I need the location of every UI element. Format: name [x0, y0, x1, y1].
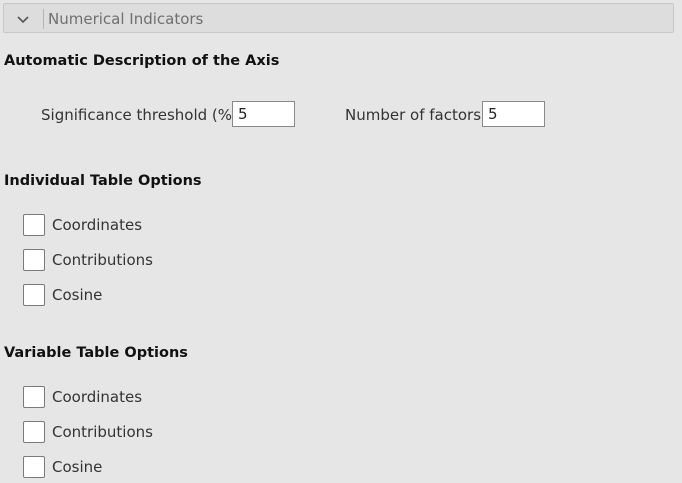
variable-table-options-title: Variable Table Options: [4, 345, 188, 361]
number-of-factors-label: Number of factors: [345, 106, 482, 124]
variable-coordinates-checkbox[interactable]: [23, 386, 45, 408]
significance-threshold-input[interactable]: [232, 101, 295, 127]
individual-coordinates-checkbox[interactable]: [23, 214, 45, 236]
individual-contributions-checkbox[interactable]: [23, 249, 45, 271]
variable-cosine-checkbox[interactable]: [23, 456, 45, 478]
number-of-factors-input[interactable]: [482, 101, 545, 127]
numerical-indicators-header[interactable]: Numerical Indicators: [3, 3, 674, 33]
variable-contributions-label[interactable]: Contributions: [52, 422, 153, 442]
axis-description-title: Automatic Description of the Axis: [4, 53, 280, 69]
chevron-down-icon[interactable]: [15, 11, 31, 27]
significance-threshold-label: Significance threshold (%): [41, 106, 238, 124]
variable-coordinates-label[interactable]: Coordinates: [52, 387, 142, 407]
individual-coordinates-label[interactable]: Coordinates: [52, 215, 142, 235]
header-divider: [43, 9, 44, 29]
individual-contributions-label[interactable]: Contributions: [52, 250, 153, 270]
variable-contributions-checkbox[interactable]: [23, 421, 45, 443]
individual-cosine-label[interactable]: Cosine: [52, 285, 102, 305]
individual-cosine-checkbox[interactable]: [23, 284, 45, 306]
panel-title: Numerical Indicators: [48, 10, 204, 28]
individual-table-options-title: Individual Table Options: [4, 173, 202, 189]
variable-cosine-label[interactable]: Cosine: [52, 457, 102, 477]
